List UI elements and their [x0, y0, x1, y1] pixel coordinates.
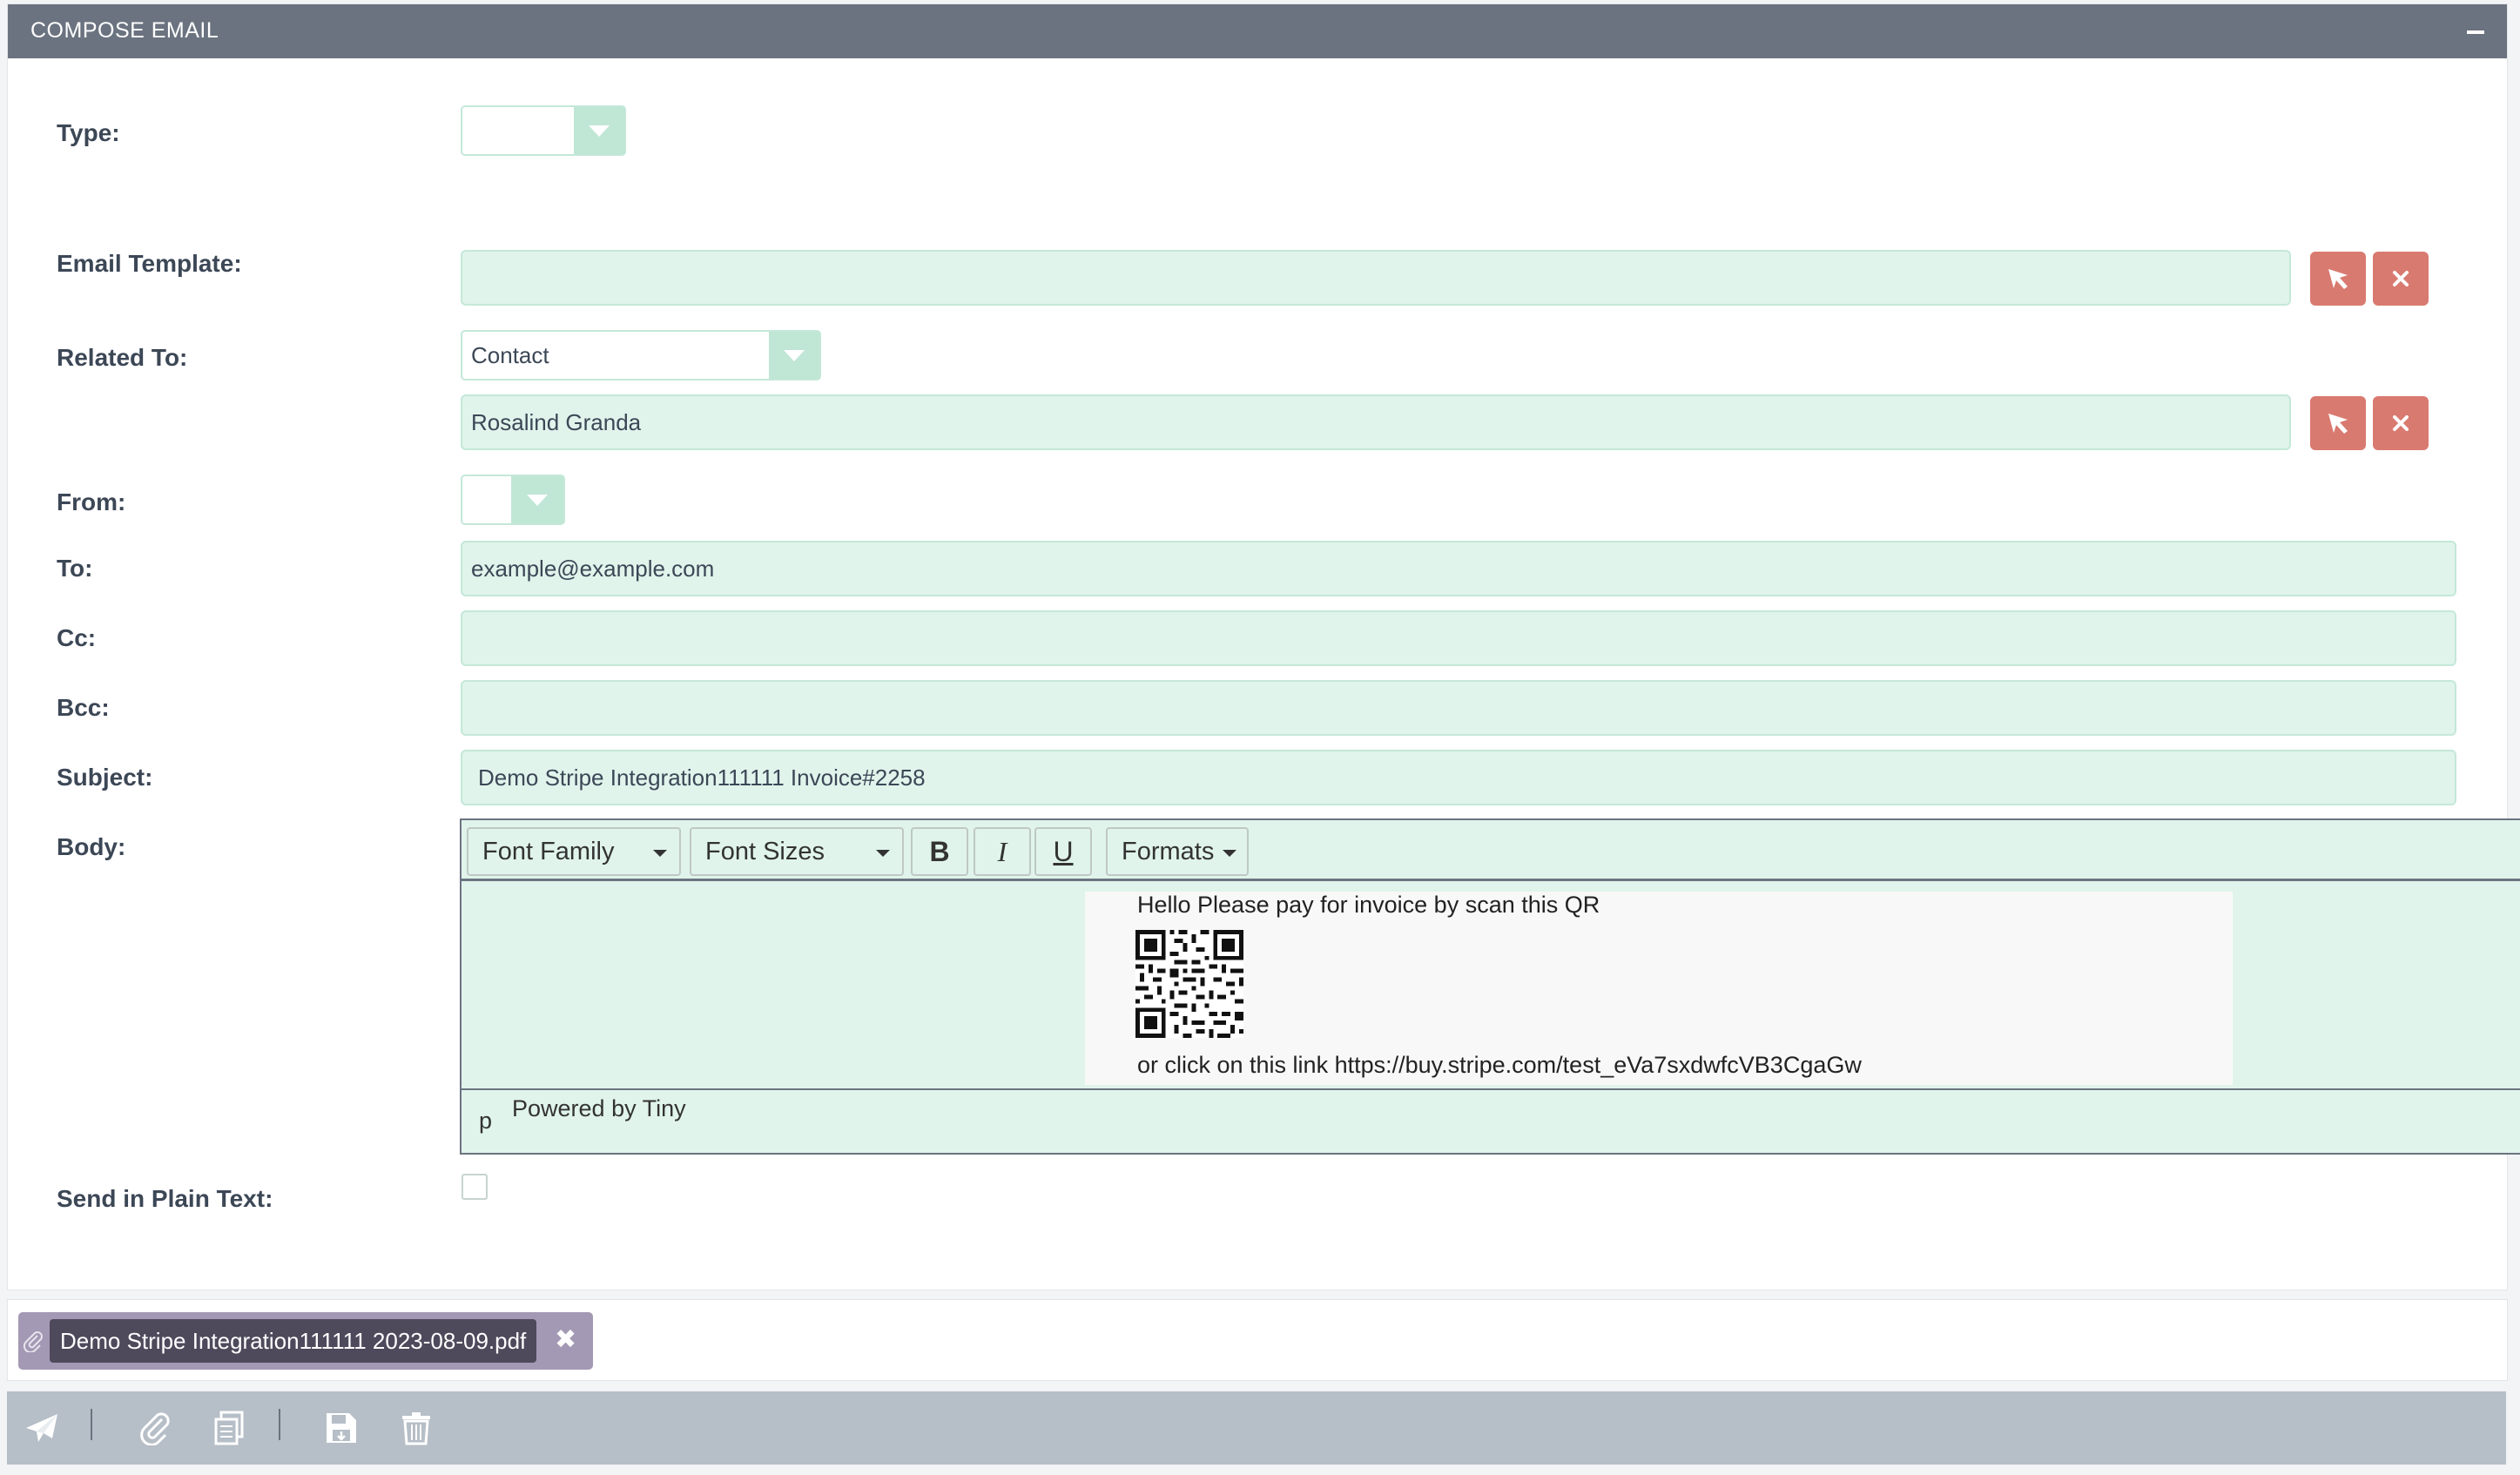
subject-field[interactable]: Demo Stripe Integration111111 Invoice#22… [461, 750, 2456, 805]
related-to-label: Related To: [57, 344, 188, 371]
panel-header: COMPOSE EMAIL [8, 4, 2507, 58]
email-template-label: Email Template: [57, 250, 242, 277]
bold-button[interactable]: B [911, 827, 968, 876]
italic-icon: I [997, 835, 1007, 867]
cursor-arrow-icon [2328, 269, 2348, 289]
attachment-bar: Demo Stripe Integration111111 2023-08-09… [7, 1299, 2508, 1381]
caret-down-icon [876, 850, 890, 857]
select-related-button[interactable] [2310, 396, 2366, 450]
close-icon [2393, 271, 2409, 286]
action-bar [7, 1391, 2506, 1465]
font-family-select[interactable]: Font Family [467, 827, 681, 876]
underline-button[interactable]: U [1034, 827, 1092, 876]
clear-related-button[interactable] [2373, 396, 2429, 450]
cc-field[interactable] [461, 610, 2456, 666]
font-sizes-select[interactable]: Font Sizes [690, 827, 904, 876]
italic-button[interactable]: I [974, 827, 1031, 876]
body-editor: Font Family Font Sizes B I U Formats Hel… [460, 818, 2520, 1155]
body-line-2: or click on this link https://buy.stripe… [1137, 1052, 1862, 1078]
toolbar-divider [91, 1409, 92, 1440]
send-icon[interactable] [21, 1407, 63, 1449]
type-label: Type: [57, 119, 120, 146]
document-icon[interactable] [209, 1407, 251, 1449]
plain-text-checkbox[interactable] [462, 1174, 488, 1200]
chevron-down-icon [511, 476, 563, 523]
attachment-filename: Demo Stripe Integration111111 2023-08-09… [50, 1319, 537, 1363]
trash-icon[interactable] [395, 1407, 437, 1449]
subject-value: Demo Stripe Integration111111 Invoice#22… [478, 764, 926, 791]
plain-text-label: Send in Plain Text: [57, 1185, 273, 1212]
subject-label: Subject: [57, 764, 153, 791]
editor-toolbar: Font Family Font Sizes B I U Formats [462, 820, 2520, 881]
panel-title: COMPOSE EMAIL [30, 18, 219, 43]
editor-statusbar: p Powered by Tiny [462, 1088, 2520, 1155]
caret-down-icon [653, 850, 667, 857]
paperclip-icon[interactable] [134, 1407, 176, 1449]
font-family-label: Font Family [482, 837, 615, 865]
paperclip-icon [23, 1331, 43, 1352]
related-to-record-value: Rosalind Granda [471, 408, 642, 435]
cursor-arrow-icon [2328, 414, 2348, 434]
attachment-chip[interactable]: Demo Stripe Integration111111 2023-08-09… [18, 1312, 593, 1370]
remove-attachment-icon[interactable]: ✖ [555, 1324, 576, 1355]
editor-content[interactable]: Hello Please pay for invoice by scan thi… [1085, 892, 2233, 1085]
clear-template-button[interactable] [2373, 252, 2429, 306]
formats-select[interactable]: Formats [1106, 827, 1249, 876]
body-label: Body: [57, 833, 126, 860]
related-to-type-value: Contact [471, 341, 549, 368]
chevron-down-icon [769, 332, 819, 379]
to-value: example@example.com [471, 555, 715, 582]
from-select[interactable] [461, 475, 565, 525]
body-line-1: Hello Please pay for invoice by scan thi… [1137, 892, 1600, 918]
underline-icon: U [1053, 835, 1074, 867]
close-icon [2393, 415, 2409, 431]
to-field[interactable]: example@example.com [461, 541, 2456, 596]
cc-label: Cc: [57, 624, 97, 651]
powered-by-label[interactable]: Powered by Tiny [512, 1095, 686, 1122]
qr-code-image [1135, 930, 1243, 1038]
bcc-label: Bcc: [57, 694, 110, 721]
formats-label: Formats [1122, 837, 1215, 865]
select-template-button[interactable] [2310, 252, 2366, 306]
bcc-field[interactable] [461, 680, 2456, 736]
save-draft-icon[interactable] [320, 1407, 362, 1449]
bold-icon: B [929, 835, 950, 867]
minus-icon[interactable] [2467, 30, 2484, 34]
to-label: To: [57, 555, 93, 582]
element-path[interactable]: p [479, 1108, 492, 1135]
related-to-record-field[interactable]: Rosalind Granda [461, 394, 2291, 450]
caret-down-icon [1223, 850, 1236, 857]
font-sizes-label: Font Sizes [705, 837, 825, 865]
email-template-field[interactable] [461, 250, 2291, 306]
chevron-down-icon [574, 107, 624, 154]
related-to-type-select[interactable]: Contact [461, 330, 821, 381]
toolbar-divider [279, 1409, 280, 1440]
type-select[interactable] [461, 105, 626, 156]
from-label: From: [57, 488, 126, 515]
